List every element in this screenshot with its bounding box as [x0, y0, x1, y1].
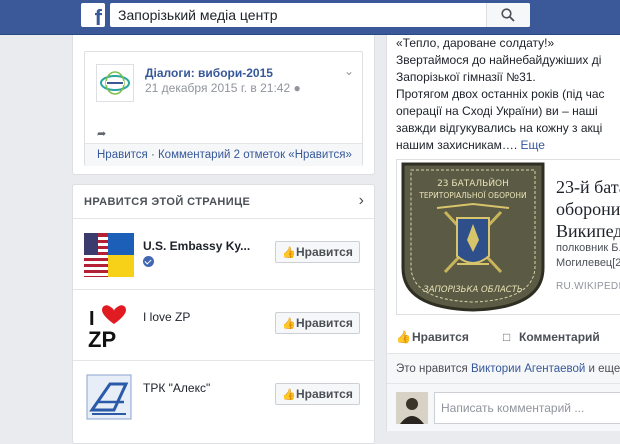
shared-post-footer: Нравится · Комментарий 2 отметок «Нравит…: [85, 143, 362, 166]
link-preview-title[interactable]: 23-й бата оборони Википед: [556, 176, 620, 242]
globe-icon: ●: [293, 81, 301, 95]
battalion-patch-image: 23 БАТАЛЬЙОН ТЕРИТОРІАЛЬНОЇ ОБОРОНИ ЗАПО…: [397, 160, 549, 314]
liker-name-link[interactable]: Виктории Агентаевой: [471, 363, 585, 375]
search-input[interactable]: [110, 3, 488, 27]
svg-text:23 БАТАЛЬЙОН: 23 БАТАЛЬЙОН: [437, 177, 509, 189]
liked-page-name[interactable]: I love ZP: [143, 310, 190, 324]
page-likes-card: НРАВИТСЯ ЭТОЙ СТРАНИЦЕ › U.S. Embassy Ky…: [72, 184, 375, 444]
shared-post-title[interactable]: Діалоги: вибори-2015: [145, 66, 273, 80]
svg-text:ТЕРИТОРІАЛЬНОЇ ОБОРОНИ: ТЕРИТОРІАЛЬНОЇ ОБОРОНИ: [418, 191, 526, 200]
thumbs-up-icon: 👍: [282, 247, 296, 259]
media-center-logo[interactable]: [96, 64, 134, 102]
comment-link[interactable]: Комментарий: [158, 149, 230, 161]
thumbs-up-icon: 👍: [396, 330, 411, 344]
search-icon: [501, 8, 515, 22]
liked-page-name[interactable]: U.S. Embassy Ky...: [143, 239, 250, 253]
chevron-right-icon[interactable]: ›: [359, 192, 364, 210]
link-preview[interactable]: 23 БАТАЛЬЙОН ТЕРИТОРІАЛЬНОЇ ОБОРОНИ ЗАПО…: [396, 159, 620, 315]
thumbs-up-icon: 👍: [282, 389, 296, 401]
likes-summary: Это нравится Виктории Агентаевой и еще 5: [387, 353, 620, 383]
us-flag-ukraine-flag-thumb[interactable]: [84, 230, 134, 280]
comment-composer: Написать комментарий ...: [387, 383, 620, 431]
comment-action-button[interactable]: □ Комментарий: [503, 330, 600, 344]
comment-icon: □: [503, 330, 511, 344]
trk-aleks-thumb[interactable]: [84, 372, 134, 422]
liked-page-row: I ZP I love ZP 👍Нравится: [73, 290, 374, 361]
like-action-button[interactable]: 👍Нравится: [396, 330, 469, 344]
post-card: «Тепло, дароване солдату!» Звертаймося д…: [386, 35, 620, 431]
thumbs-up-icon: 👍: [282, 318, 296, 330]
link-preview-domain: RU.WIKIPEDIA: [556, 281, 620, 292]
likes-count-link[interactable]: 2 отметок «Нравится»: [230, 149, 352, 161]
share-icon[interactable]: ➦: [97, 127, 106, 140]
search-box: [110, 3, 530, 27]
svg-text:ЗАПОРІЗЬКА ОБЛАСТЬ: ЗАПОРІЗЬКА ОБЛАСТЬ: [423, 285, 523, 295]
top-bar: f: [0, 0, 620, 35]
i-love-zp-thumb[interactable]: I ZP: [84, 301, 134, 351]
like-page-button[interactable]: 👍Нравится: [275, 312, 360, 334]
post-text: «Тепло, дароване солдату!» Звертаймося д…: [396, 36, 605, 152]
liked-page-name[interactable]: ТРК "Алекс": [143, 381, 210, 395]
verified-badge-icon: [143, 256, 154, 267]
avatar[interactable]: [396, 392, 428, 424]
see-more-link[interactable]: Еще: [521, 138, 545, 152]
link-preview-description: полковник Б. Могилевец[2: [556, 242, 620, 269]
comment-input[interactable]: Написать комментарий ...: [434, 392, 620, 424]
search-button[interactable]: [486, 3, 530, 27]
post-actions: 👍Нравится □ Комментарий: [396, 326, 620, 350]
like-page-button[interactable]: 👍Нравится: [275, 383, 360, 405]
like-link[interactable]: Нравится: [97, 149, 148, 161]
facebook-logo-icon[interactable]: f: [81, 3, 105, 29]
shared-post-time[interactable]: 21 декабря 2015 г. в 21:42 ●: [145, 81, 301, 95]
page-likes-header[interactable]: НРАВИТСЯ ЭТОЙ СТРАНИЦЕ ›: [73, 185, 374, 219]
liked-page-row: U.S. Embassy Ky... 👍Нравится: [73, 219, 374, 290]
shared-post: Діалоги: вибори-2015 21 декабря 2015 г. …: [84, 51, 363, 166]
shared-post-card: Діалоги: вибори-2015 21 декабря 2015 г. …: [72, 35, 375, 175]
liked-page-row: ТРК "Алекс" 👍Нравится: [73, 361, 374, 432]
like-page-button[interactable]: 👍Нравится: [275, 241, 360, 263]
svg-text:ZP: ZP: [88, 327, 116, 351]
chevron-down-icon[interactable]: ⌄: [344, 64, 354, 78]
